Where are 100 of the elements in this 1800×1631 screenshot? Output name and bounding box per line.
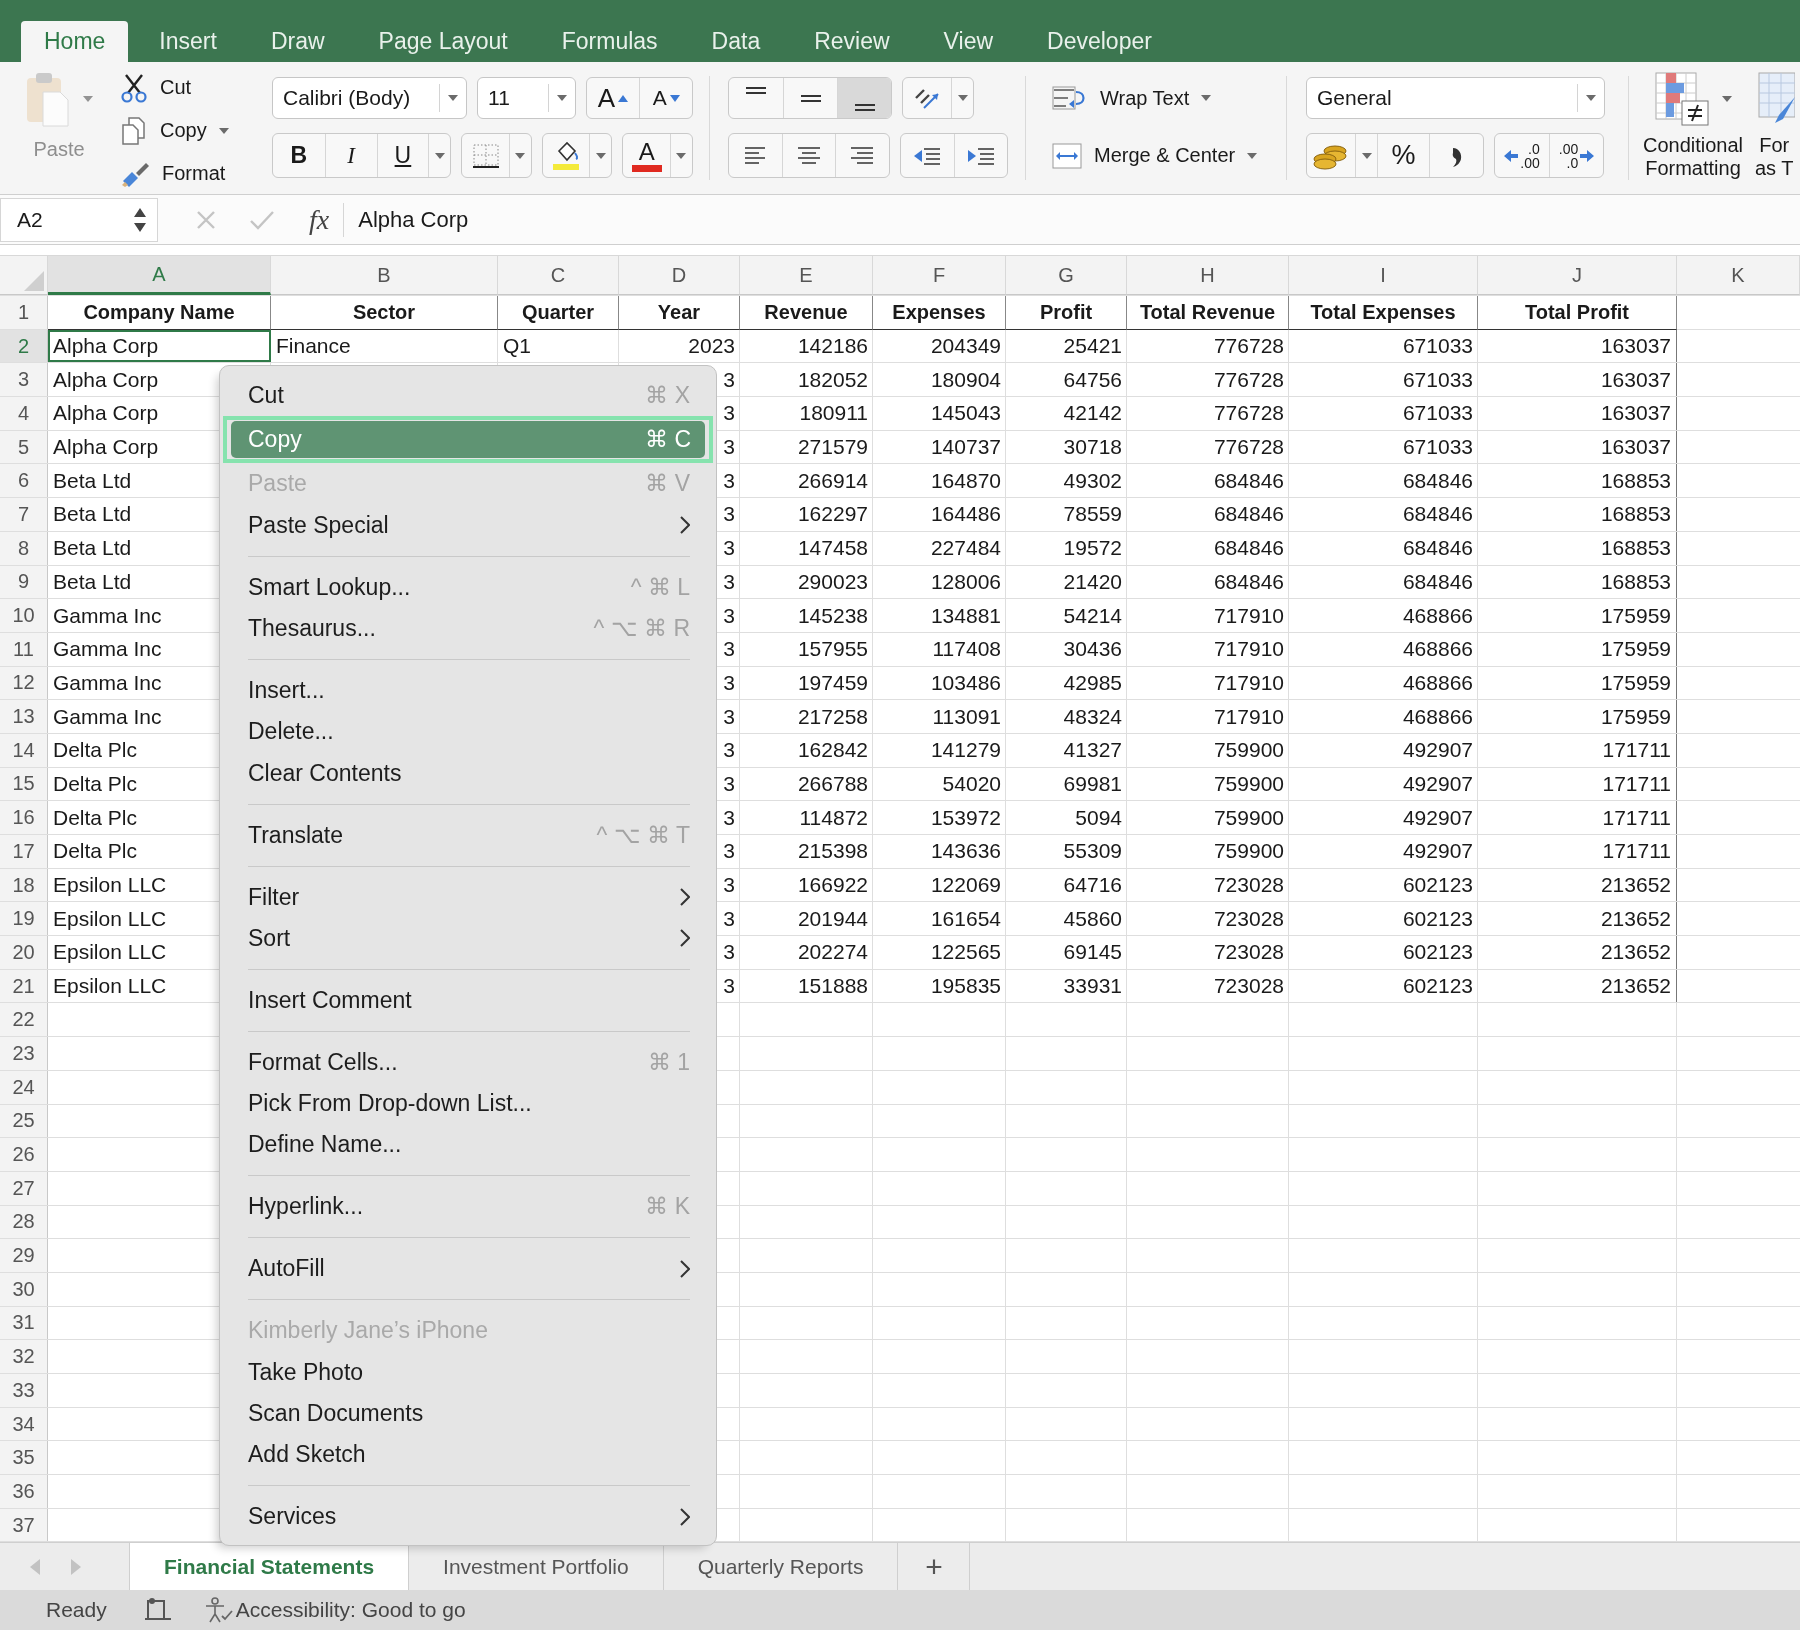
ribbon-tab[interactable]: Developer bbox=[1024, 21, 1175, 62]
menu-item[interactable]: Insert... bbox=[220, 669, 716, 712]
row-header[interactable]: 24 bbox=[0, 1070, 48, 1104]
font-name-dropdown[interactable]: Calibri (Body) bbox=[272, 77, 467, 119]
accessibility-status[interactable]: Accessibility: Good to go bbox=[235, 1598, 466, 1623]
row-header[interactable]: 29 bbox=[0, 1239, 48, 1272]
italic-button[interactable]: I bbox=[324, 134, 377, 177]
row-header[interactable]: 34 bbox=[0, 1407, 48, 1441]
menu-item[interactable]: Copy ⌘ C bbox=[231, 421, 705, 459]
column-header[interactable]: F bbox=[873, 255, 1006, 295]
formula-field[interactable]: Alpha Corp bbox=[358, 206, 469, 233]
column-header[interactable]: C bbox=[498, 255, 619, 295]
row-header[interactable]: 11 bbox=[0, 632, 48, 666]
percent-button[interactable]: % bbox=[1377, 134, 1429, 177]
menu-item[interactable]: Define Name... bbox=[220, 1124, 716, 1166]
wrap-text-button[interactable]: Wrap Text bbox=[1052, 86, 1212, 110]
row-header[interactable]: 4 bbox=[0, 397, 48, 430]
column-header[interactable]: H bbox=[1127, 255, 1289, 295]
align-bottom-button[interactable] bbox=[837, 78, 891, 118]
row-header[interactable]: 12 bbox=[0, 666, 48, 700]
row-header[interactable]: 20 bbox=[0, 936, 48, 969]
row-header[interactable]: 25 bbox=[0, 1104, 48, 1138]
row-header[interactable]: 36 bbox=[0, 1475, 48, 1508]
bold-button[interactable]: B bbox=[273, 134, 325, 177]
sheet-tab[interactable]: Financial Statements bbox=[129, 1543, 410, 1591]
row-header[interactable]: 8 bbox=[0, 531, 48, 565]
column-header[interactable]: B bbox=[271, 255, 498, 295]
column-header[interactable]: E bbox=[740, 255, 873, 295]
shrink-font-button[interactable]: A bbox=[639, 78, 692, 118]
menu-item[interactable]: Sort bbox=[220, 917, 716, 959]
row-header[interactable]: 10 bbox=[0, 599, 48, 632]
format-as-table-button[interactable]: For as T bbox=[1755, 62, 1795, 194]
increase-decimal-button[interactable]: .0 .00 bbox=[1495, 134, 1549, 177]
menu-item[interactable]: Insert Comment bbox=[220, 979, 716, 1021]
name-box-field[interactable]: A2 bbox=[0, 197, 158, 242]
menu-item[interactable]: Translate ^ ⌥ ⌘ T bbox=[220, 814, 716, 856]
menu-item[interactable]: Thesaurus... ^ ⌥ ⌘ R bbox=[220, 607, 716, 650]
column-header[interactable]: J bbox=[1478, 255, 1677, 295]
accessibility-icon[interactable] bbox=[203, 1596, 234, 1625]
menu-item[interactable]: Paste Special bbox=[220, 504, 716, 546]
copy-button[interactable]: Copy bbox=[118, 111, 231, 150]
menu-item[interactable]: Hyperlink... ⌘ K bbox=[220, 1186, 716, 1228]
row-header[interactable]: 7 bbox=[0, 498, 48, 531]
row-header[interactable]: 19 bbox=[0, 902, 48, 936]
conditional-formatting-button[interactable]: Conditional Formatting bbox=[1635, 62, 1751, 194]
ribbon-tab[interactable]: Draw bbox=[247, 21, 348, 62]
ribbon-tab[interactable]: Formulas bbox=[538, 21, 681, 62]
menu-item[interactable]: Take Photo bbox=[220, 1351, 716, 1393]
row-header[interactable]: 35 bbox=[0, 1441, 48, 1475]
ribbon-tab[interactable]: Review bbox=[791, 21, 913, 62]
column-header[interactable]: G bbox=[1006, 255, 1127, 295]
menu-item[interactable]: Services bbox=[220, 1496, 716, 1538]
row-header[interactable]: 22 bbox=[0, 1003, 48, 1037]
row-header[interactable]: 15 bbox=[0, 767, 48, 801]
row-header[interactable]: 3 bbox=[0, 363, 48, 397]
menu-item[interactable]: Clear Contents bbox=[220, 752, 716, 794]
ribbon-tab[interactable]: Page Layout bbox=[355, 21, 531, 62]
row-header[interactable]: 21 bbox=[0, 969, 48, 1003]
menu-item[interactable]: Scan Documents bbox=[220, 1392, 716, 1435]
menu-item[interactable]: AutoFill bbox=[220, 1248, 716, 1290]
format-painter-button[interactable]: Format bbox=[118, 154, 231, 193]
column-header[interactable]: I bbox=[1289, 255, 1478, 295]
row-header[interactable]: 13 bbox=[0, 700, 48, 733]
row-header[interactable]: 6 bbox=[0, 464, 48, 498]
merge-center-button[interactable]: Merge & Center bbox=[1052, 142, 1258, 169]
menu-item[interactable]: Smart Lookup... ^ ⌘ L bbox=[220, 566, 716, 608]
row-header[interactable]: 31 bbox=[0, 1306, 48, 1340]
menu-item[interactable]: Add Sketch bbox=[220, 1434, 716, 1476]
row-header[interactable]: 26 bbox=[0, 1138, 48, 1171]
underline-button[interactable]: U bbox=[376, 134, 429, 177]
font-size-dropdown[interactable]: 11 bbox=[477, 77, 576, 119]
row-header[interactable]: 18 bbox=[0, 868, 48, 902]
menu-item[interactable]: Cut ⌘ X bbox=[220, 375, 716, 417]
row-header[interactable]: 32 bbox=[0, 1340, 48, 1373]
decrease-decimal-button[interactable]: .00 .0 bbox=[1549, 134, 1603, 177]
row-header[interactable]: 23 bbox=[0, 1037, 48, 1070]
cut-button[interactable]: Cut bbox=[118, 68, 231, 107]
row-header[interactable]: 2 bbox=[0, 329, 48, 363]
row-header[interactable]: 27 bbox=[0, 1171, 48, 1205]
row-header[interactable]: 37 bbox=[0, 1508, 48, 1542]
row-header[interactable]: 33 bbox=[0, 1374, 48, 1407]
row-header[interactable]: 28 bbox=[0, 1205, 48, 1239]
ribbon-tab[interactable]: View bbox=[920, 21, 1017, 62]
ribbon-tab[interactable]: Insert bbox=[136, 21, 240, 62]
row-header[interactable]: 14 bbox=[0, 733, 48, 767]
menu-item[interactable]: Pick From Drop-down List... bbox=[220, 1083, 716, 1125]
column-header[interactable]: A bbox=[48, 255, 271, 295]
ribbon-tab[interactable]: Home bbox=[21, 21, 129, 62]
font-color-button[interactable]: A bbox=[623, 134, 670, 177]
ribbon-tab[interactable]: Data bbox=[688, 21, 784, 62]
number-format-dropdown[interactable]: General bbox=[1306, 77, 1605, 119]
row-header[interactable]: 16 bbox=[0, 801, 48, 834]
menu-item[interactable]: Delete... bbox=[220, 711, 716, 753]
menu-item[interactable]: Filter bbox=[220, 876, 716, 918]
row-header[interactable]: 5 bbox=[0, 430, 48, 464]
row-header[interactable]: 30 bbox=[0, 1272, 48, 1306]
grow-font-button[interactable]: A bbox=[586, 78, 640, 118]
row-header[interactable]: 9 bbox=[0, 565, 48, 599]
menu-item[interactable]: Format Cells... ⌘ 1 bbox=[220, 1041, 716, 1083]
insert-function-button[interactable]: fx bbox=[309, 203, 330, 236]
